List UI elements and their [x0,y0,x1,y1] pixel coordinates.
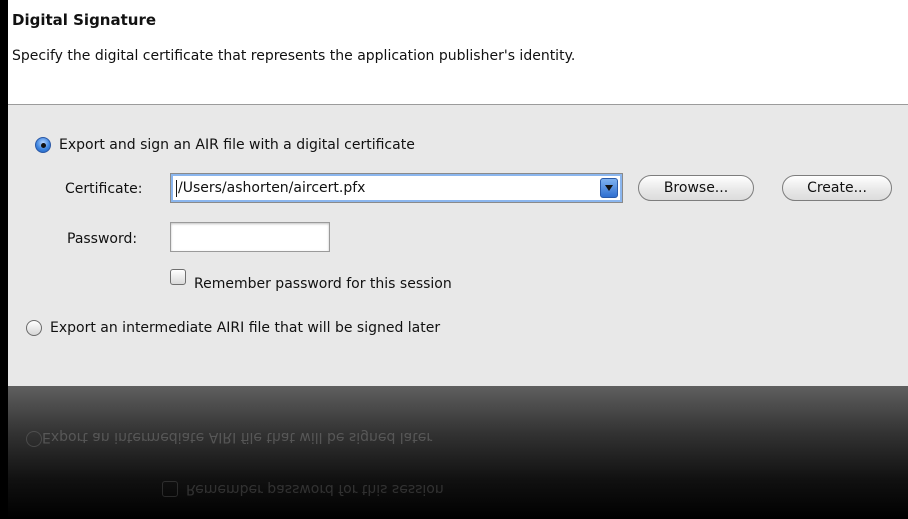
reflection-remember-text: Remember password for this session [186,481,444,497]
remember-password-label: Remember password for this session [194,276,452,292]
page-title: Digital Signature [12,11,157,29]
reflection-checkbox-icon [162,481,178,497]
dialog-header: Digital Signature Specify the digital ce… [8,0,908,105]
page-subtitle: Specify the digital certificate that rep… [12,48,576,64]
certificate-label: Certificate: [65,181,143,197]
reflection-intermediate-text: Export an intermediate AIRI file that wi… [42,429,433,445]
dropdown-arrow-icon[interactable] [600,178,618,198]
certificate-combobox[interactable]: /Users/ashorten/aircert.pfx [170,173,623,203]
intermediate-airi-radio[interactable] [26,320,42,336]
dialog-reflection: Export an intermediate AIRI file that wi… [8,386,908,519]
remember-password-checkbox[interactable] [170,269,186,285]
reflection-radio-icon [26,431,42,447]
browse-button[interactable]: Browse... [638,175,754,201]
password-label: Password: [67,231,138,247]
text-caret [176,180,177,197]
password-input[interactable] [170,222,330,252]
sign-air-label: Export and sign an AIR file with a digit… [59,137,415,153]
radio-selected-dot [41,143,46,148]
create-button[interactable]: Create... [782,175,892,201]
sign-air-radio[interactable] [35,137,51,153]
digital-signature-dialog: Digital Signature Specify the digital ce… [8,0,908,386]
certificate-path[interactable]: /Users/ashorten/aircert.pfx [178,180,365,196]
intermediate-airi-label: Export an intermediate AIRI file that wi… [50,320,441,336]
